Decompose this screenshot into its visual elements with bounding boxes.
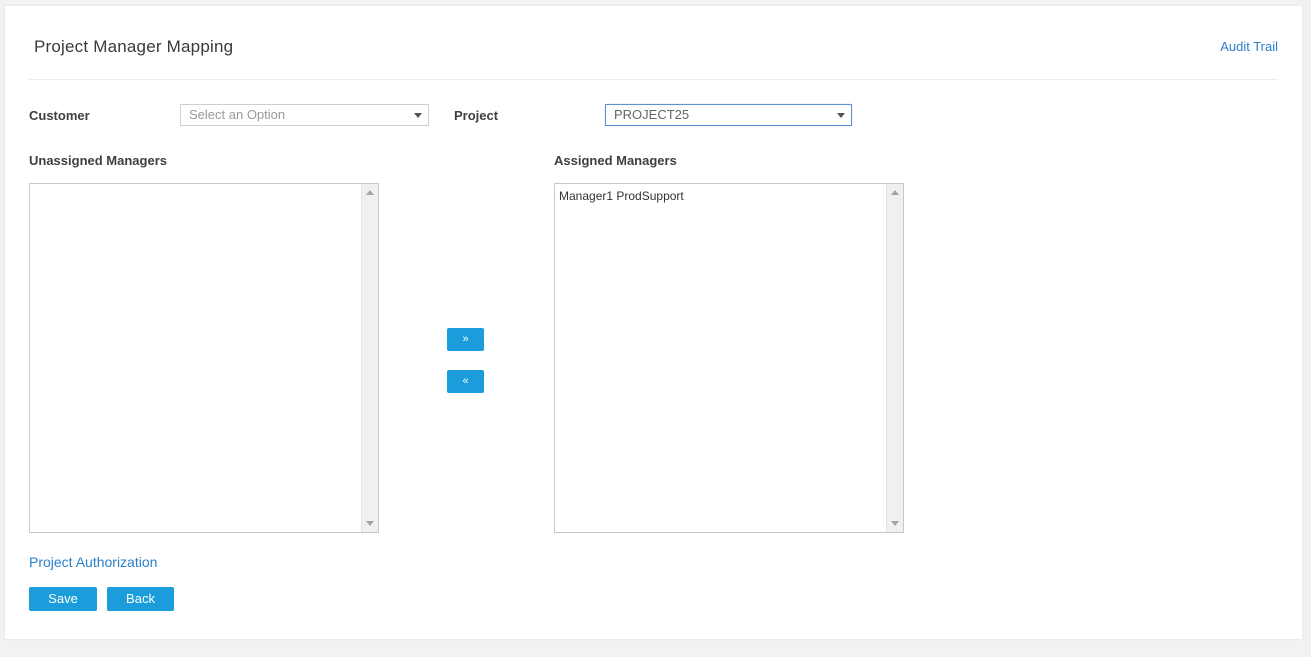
customer-select[interactable]: Select an Option	[180, 104, 429, 126]
page-title: Project Manager Mapping	[34, 37, 234, 56]
unassigned-managers-label: Unassigned Managers	[29, 153, 167, 168]
customer-select-placeholder: Select an Option	[189, 107, 286, 122]
page-card: Project Manager Mapping Audit Trail Cust…	[5, 6, 1302, 639]
scroll-down-icon[interactable]	[891, 521, 899, 526]
unassigned-scrollbar[interactable]	[361, 184, 378, 532]
project-select-value: PROJECT25	[614, 107, 690, 122]
scroll-up-icon[interactable]	[366, 190, 374, 195]
project-label: Project	[454, 108, 499, 123]
unassigned-items	[30, 184, 361, 532]
list-item[interactable]: Manager1 ProdSupport	[559, 188, 882, 204]
save-button[interactable]: Save	[29, 587, 97, 611]
header-divider	[29, 79, 1278, 80]
assigned-managers-list[interactable]: Manager1 ProdSupport	[554, 183, 904, 533]
assigned-scrollbar[interactable]	[886, 184, 903, 532]
assigned-items: Manager1 ProdSupport	[555, 184, 886, 532]
back-button[interactable]: Back	[107, 587, 174, 611]
unassigned-managers-list[interactable]	[29, 183, 379, 533]
assigned-managers-label: Assigned Managers	[554, 153, 677, 168]
audit-trail-link[interactable]: Audit Trail	[1220, 39, 1278, 54]
chevron-down-icon	[837, 113, 845, 118]
move-right-button[interactable]: »	[447, 328, 484, 351]
scroll-up-icon[interactable]	[891, 190, 899, 195]
scroll-down-icon[interactable]	[366, 521, 374, 526]
customer-label: Customer	[29, 108, 90, 123]
project-authorization-link[interactable]: Project Authorization	[29, 554, 157, 570]
move-left-button[interactable]: «	[447, 370, 484, 393]
chevron-down-icon	[414, 113, 422, 118]
project-select[interactable]: PROJECT25	[605, 104, 852, 126]
